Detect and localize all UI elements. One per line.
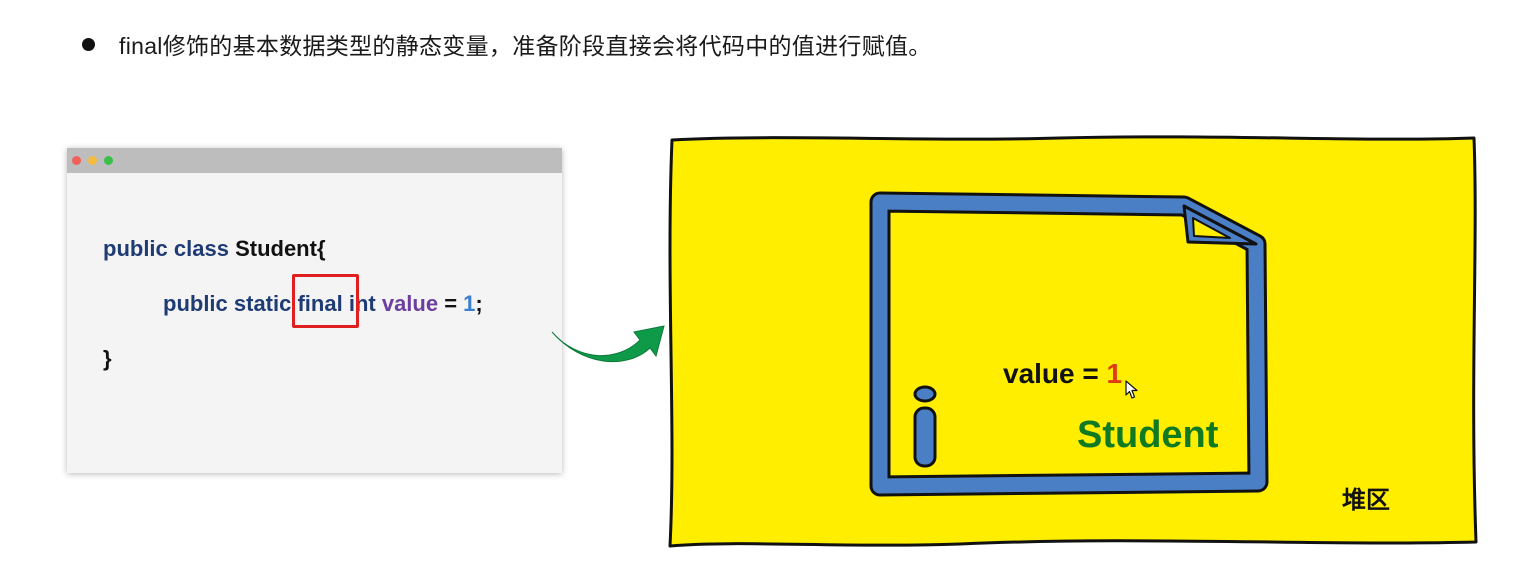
code-line-class-declaration: public class Student{ xyxy=(103,234,326,264)
mouse-cursor-icon xyxy=(1125,380,1138,399)
curved-arrow-icon xyxy=(551,325,665,363)
code-line-closing-brace: } xyxy=(103,346,112,371)
close-dot-icon xyxy=(72,156,81,165)
info-letter-icon xyxy=(913,385,937,468)
code-keyword-public-static: public static xyxy=(163,291,298,316)
code-number-literal: 1 xyxy=(463,291,476,316)
bullet-text: final修饰的基本数据类型的静态变量，准备阶段直接会将代码中的值进行赋值。 xyxy=(119,33,932,59)
window-titlebar xyxy=(67,148,562,173)
code-keyword-public-class: public class xyxy=(103,236,236,261)
final-highlight-box xyxy=(292,274,359,328)
minimize-dot-icon xyxy=(88,156,97,165)
heap-value-assignment: value = 1 xyxy=(1003,358,1122,390)
bullet-dot-icon xyxy=(82,37,95,51)
maximize-dot-icon xyxy=(104,156,113,165)
code-window: public class Student{ public static fina… xyxy=(67,148,562,473)
class-name-label: Student xyxy=(1077,414,1219,456)
heap-value-number: 1 xyxy=(1106,358,1123,389)
code-class-name: Student{ xyxy=(235,236,326,261)
code-identifier-value: value xyxy=(381,291,439,316)
code-semicolon: ; xyxy=(475,291,483,316)
heap-value-label: value = xyxy=(1003,358,1107,389)
heap-area-label: 堆区 xyxy=(1342,487,1390,514)
bullet-point: final修饰的基本数据类型的静态变量，准备阶段直接会将代码中的值进行赋值。 xyxy=(82,26,932,62)
code-operator-equals: = xyxy=(438,291,464,316)
